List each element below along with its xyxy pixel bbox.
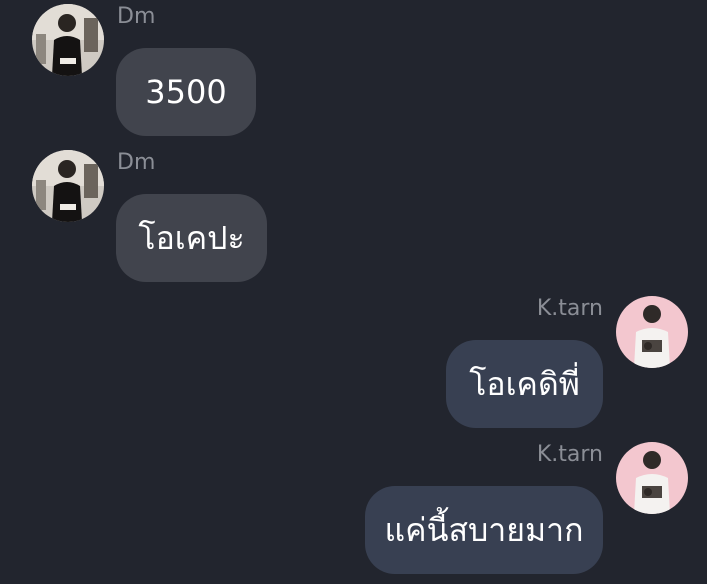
dm-avatar-icon <box>32 150 104 222</box>
message-bubble[interactable]: โอเคปะ <box>116 194 267 282</box>
message-outgoing: K.tarn โอเคดิพี่ <box>0 292 707 438</box>
message-bubble[interactable]: โอเคดิพี่ <box>446 340 603 428</box>
sender-name: Dm <box>117 150 156 175</box>
sender-name: Dm <box>117 4 156 29</box>
ktarn-avatar[interactable] <box>616 442 688 514</box>
message-bubble[interactable]: แค่นี้สบายมาก <box>365 486 603 574</box>
dm-avatar-icon <box>32 4 104 76</box>
ktarn-avatar-icon <box>616 296 688 368</box>
message-incoming: Dm โอเคปะ <box>0 146 707 292</box>
ktarn-avatar-icon <box>616 442 688 514</box>
dm-avatar[interactable] <box>32 4 104 76</box>
chat-thread: Dm 3500 Dm โอเคปะ K.tarn โอเคดิพี่ K.tar… <box>0 0 707 584</box>
message-incoming: Dm 3500 <box>0 0 707 146</box>
message-outgoing: K.tarn แค่นี้สบายมาก <box>0 438 707 584</box>
message-bubble[interactable]: 3500 <box>116 48 256 136</box>
dm-avatar[interactable] <box>32 150 104 222</box>
sender-name: K.tarn <box>536 296 603 321</box>
sender-name: K.tarn <box>536 442 603 467</box>
ktarn-avatar[interactable] <box>616 296 688 368</box>
